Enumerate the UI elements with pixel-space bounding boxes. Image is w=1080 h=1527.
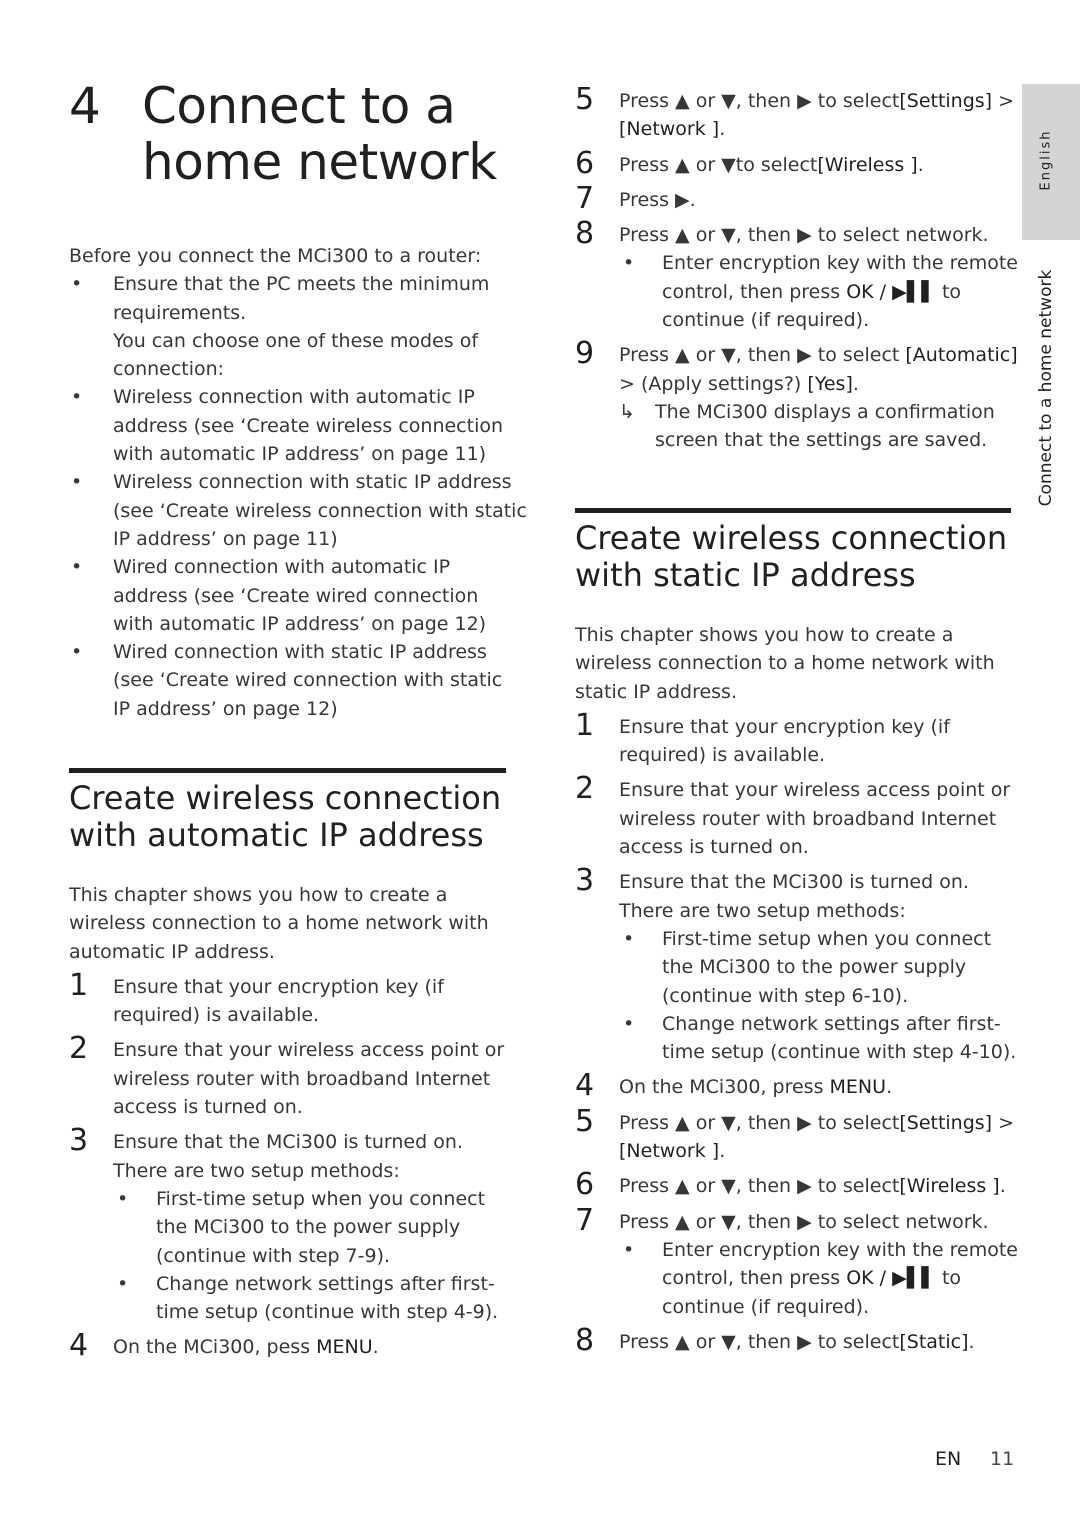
bullet-icon: • bbox=[71, 273, 83, 296]
sub-bullet: • Change network settings after first- t… bbox=[69, 1270, 514, 1327]
menu-key: MENU bbox=[316, 1336, 373, 1359]
step-item: 7 Press ▲ or ▼, then ▶ to select network… bbox=[575, 1202, 989, 1238]
section-static-body: This chapter shows you how to create a w… bbox=[575, 624, 1018, 1358]
step-number: 3 bbox=[575, 863, 595, 899]
ok-play-pause-key: OK / ▶▌▌ bbox=[846, 1267, 936, 1290]
bullet-icon: • bbox=[71, 641, 83, 664]
bullet-icon: • bbox=[71, 471, 83, 494]
cross-reference-link[interactable]: address (see ‘Create wireless connection bbox=[113, 412, 514, 440]
step-item: 4 On the MCi300, press MENU. bbox=[575, 1068, 893, 1104]
section-side-label: Connect to a home network bbox=[1036, 269, 1056, 507]
step-item: 6 Press ▲ or ▼, then ▶ to select[Wireles… bbox=[575, 1167, 1006, 1203]
list-item: • Ensure that the PC meets the minimum r… bbox=[69, 270, 514, 383]
step-item: 9 Press ▲ or ▼, then ▶ to select [Automa… bbox=[575, 336, 1018, 395]
step-item: 1 Ensure that your encryption key (if re… bbox=[69, 967, 444, 1027]
menu-option: [Network ] bbox=[619, 1140, 720, 1163]
step-item: 4 On the MCi300, pess MENU. bbox=[69, 1328, 379, 1364]
footer-language: EN bbox=[935, 1448, 962, 1470]
cross-reference-link[interactable]: IP address’ on page 11) bbox=[113, 525, 514, 553]
step-number: 6 bbox=[575, 145, 595, 181]
section-heading-static: Create wireless connection with static I… bbox=[575, 519, 1008, 594]
section-auto-body: This chapter shows you how to create a w… bbox=[69, 881, 514, 1362]
chapter-title-line1: Connect to a bbox=[142, 77, 456, 135]
step-number: 4 bbox=[575, 1068, 595, 1104]
chapter-title-line2: home network bbox=[142, 133, 497, 191]
cross-reference-link[interactable]: (see ‘Create wireless connection with st… bbox=[113, 497, 527, 525]
list-item: • Wired connection with automatic IP add… bbox=[69, 553, 514, 638]
cross-reference-link[interactable]: with automatic IP address’ on page 12) bbox=[113, 610, 514, 638]
step-item: 3 Ensure that the MCi300 is turned on. T… bbox=[575, 863, 969, 922]
step-number: 1 bbox=[69, 967, 89, 1003]
step-item: 2 Ensure that your wireless access point… bbox=[575, 771, 1011, 859]
intro-lead: Before you connect the MCi300 to a route… bbox=[69, 245, 482, 267]
step-number: 4 bbox=[69, 1328, 89, 1364]
section-auto-continued: 5 Press ▲ or ▼, then ▶ to select[Setting… bbox=[575, 82, 1018, 455]
step-number: 3 bbox=[69, 1123, 89, 1159]
menu-option: [Settings] bbox=[899, 90, 993, 112]
step-item: 7 Press ▶. bbox=[575, 180, 696, 216]
bullet-icon: • bbox=[71, 556, 83, 579]
cross-reference-link[interactable]: address (see ‘Create wired connection bbox=[113, 582, 514, 610]
bullet-icon: • bbox=[71, 386, 83, 409]
step-number: 5 bbox=[575, 1103, 595, 1139]
step-number: 5 bbox=[575, 82, 595, 117]
list-item: • Wireless connection with static IP add… bbox=[69, 468, 527, 553]
bullet-icon: • bbox=[623, 252, 635, 275]
menu-key: MENU bbox=[829, 1076, 887, 1099]
sub-bullet: • Enter encryption key with the remote c… bbox=[575, 1236, 1018, 1321]
step-item: 5 Press ▲ or ▼, then ▶ to select[Setting… bbox=[575, 1103, 1015, 1163]
step-number: 9 bbox=[575, 336, 595, 372]
bullet-icon: • bbox=[623, 927, 635, 950]
menu-option: [Wireless ] bbox=[899, 1175, 1000, 1198]
step-number: 7 bbox=[575, 1202, 595, 1238]
section-heading-auto: Create wireless connection with automati… bbox=[69, 779, 502, 854]
ok-play-pause-key: OK / ▶▌▌ bbox=[846, 280, 936, 303]
sub-bullet: • Change network settings after first- t… bbox=[575, 1010, 1016, 1067]
page-number: 11 bbox=[990, 1448, 1015, 1470]
step-number: 1 bbox=[575, 707, 595, 743]
step-item: 5 Press ▲ or ▼, then ▶ to select[Setting… bbox=[575, 82, 1015, 141]
menu-option: [Static] bbox=[899, 1330, 969, 1353]
menu-option: [Settings] bbox=[899, 1111, 993, 1134]
section-divider bbox=[575, 508, 1011, 513]
step-number: 7 bbox=[575, 180, 595, 216]
section-divider bbox=[69, 768, 506, 773]
bullet-icon: • bbox=[117, 1272, 129, 1295]
step-item: 8 Press ▲ or ▼, then ▶ to select network… bbox=[575, 216, 989, 252]
menu-option: [Yes] bbox=[807, 372, 853, 395]
result-note: ↳ The MCi300 displays a confirmation scr… bbox=[575, 398, 1015, 455]
step-item: 2 Ensure that your wireless access point… bbox=[69, 1031, 505, 1119]
result-arrow-icon: ↳ bbox=[619, 400, 635, 423]
step-number: 2 bbox=[575, 771, 595, 807]
bullet-icon: • bbox=[623, 1238, 635, 1261]
bullet-icon: • bbox=[117, 1187, 129, 1210]
step-number: 8 bbox=[575, 1322, 595, 1358]
list-item: • Wireless connection with automatic IP … bbox=[69, 383, 514, 468]
step-number: 2 bbox=[69, 1031, 89, 1067]
step-item: 8 Press ▲ or ▼, then ▶ to select[Static]… bbox=[575, 1322, 975, 1358]
menu-option: [Automatic] bbox=[905, 344, 1018, 367]
cross-reference-link[interactable]: IP address’ on page 12) bbox=[113, 695, 514, 723]
sub-bullet: • First-time setup when you connect the … bbox=[575, 925, 1015, 1010]
menu-option: [Wireless ] bbox=[817, 153, 918, 176]
step-item: 1 Ensure that your encryption key (if re… bbox=[575, 707, 950, 767]
intro-block: Before you connect the MCi300 to a route… bbox=[69, 242, 527, 723]
sub-bullet: • Enter encryption key with the remote c… bbox=[575, 249, 1018, 334]
cross-reference-link[interactable]: (see ‘Create wired connection with stati… bbox=[113, 666, 514, 694]
step-item: 6 Press ▲ or ▼to select[Wireless ]. bbox=[575, 145, 924, 181]
step-number: 6 bbox=[575, 1167, 595, 1203]
chapter-number: 4 bbox=[69, 77, 101, 135]
step-item: 3 Ensure that the MCi300 is turned on. T… bbox=[69, 1123, 463, 1182]
bullet-icon: • bbox=[623, 1012, 635, 1035]
cross-reference-link[interactable]: with automatic IP address’ on page 11) bbox=[113, 440, 514, 468]
sub-bullet: • First-time setup when you connect the … bbox=[69, 1185, 514, 1270]
list-item: • Wired connection with static IP addres… bbox=[69, 638, 514, 723]
menu-option: [Network ] bbox=[619, 118, 720, 141]
language-tab-label: English bbox=[1038, 129, 1054, 191]
step-number: 8 bbox=[575, 216, 595, 252]
